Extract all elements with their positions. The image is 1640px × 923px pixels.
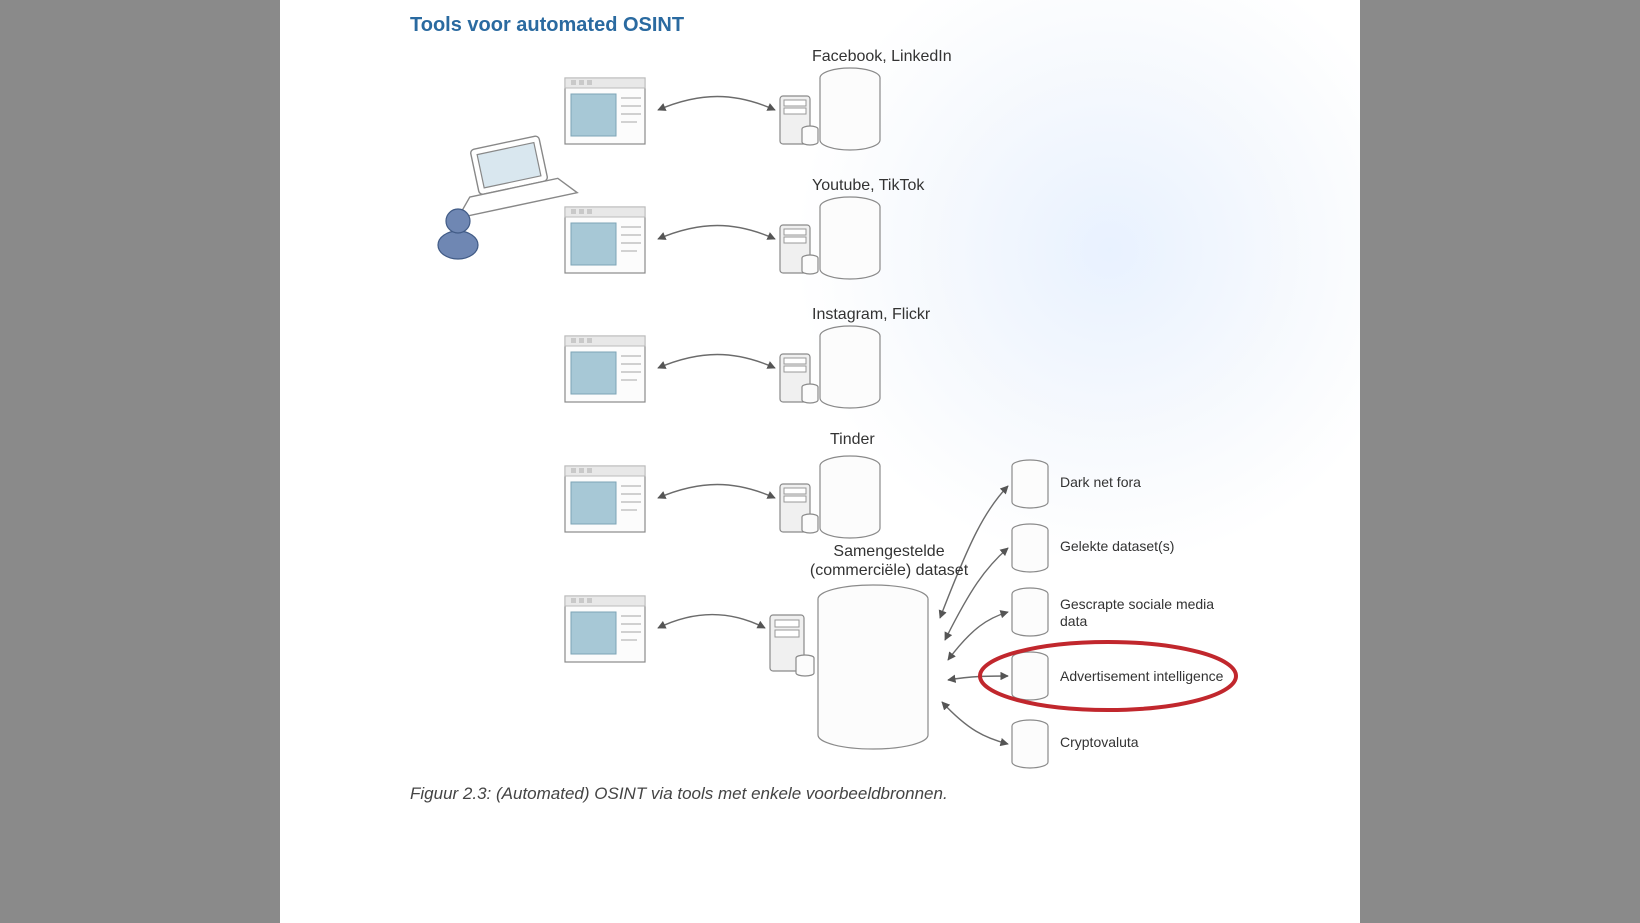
cylinder-icon <box>1012 588 1048 636</box>
dataset-label-cryptovaluta: Cryptovaluta <box>1060 734 1139 750</box>
cylinder-icon <box>1012 720 1048 768</box>
source-label-tinder: Tinder <box>830 431 875 449</box>
dataset-label-scraped-social: Gescrapte sociale media data <box>1060 596 1220 630</box>
window-icon <box>565 207 645 273</box>
server-db-large-icon <box>770 585 928 749</box>
osint-diagram: Facebook, LinkedIn Youtube, TikTok Insta… <box>280 0 1360 820</box>
server-db-icon <box>780 326 880 408</box>
person-icon <box>438 209 478 259</box>
dataset-label-darknet-fora: Dark net fora <box>1060 474 1141 490</box>
dataset-label-ad-intelligence: Advertisement intelligence <box>1060 668 1223 684</box>
source-label-instagram-flickr: Instagram, Flickr <box>812 306 930 324</box>
source-label-facebook-linkedin: Facebook, LinkedIn <box>812 48 952 66</box>
window-icon <box>565 336 645 402</box>
cylinder-icon <box>1012 460 1048 508</box>
dataset-label-leaked-datasets: Gelekte dataset(s) <box>1060 538 1174 554</box>
server-db-icon <box>780 456 880 538</box>
laptop-icon <box>445 130 578 218</box>
window-icon <box>565 466 645 532</box>
cylinder-icon <box>1012 652 1048 700</box>
server-db-icon <box>780 197 880 279</box>
server-db-icon <box>780 68 880 150</box>
cylinder-icon <box>1012 524 1048 572</box>
source-label-youtube-tiktok: Youtube, TikTok <box>812 177 924 195</box>
figure-caption: Figuur 2.3: (Automated) OSINT via tools … <box>410 784 948 804</box>
source-label-commercial-dataset: Samengestelde (commerciële) dataset <box>804 542 974 580</box>
document-page: Tools voor automated OSINT Facebook, Lin… <box>280 0 1360 923</box>
window-icon <box>565 78 645 144</box>
window-icon <box>565 596 645 662</box>
